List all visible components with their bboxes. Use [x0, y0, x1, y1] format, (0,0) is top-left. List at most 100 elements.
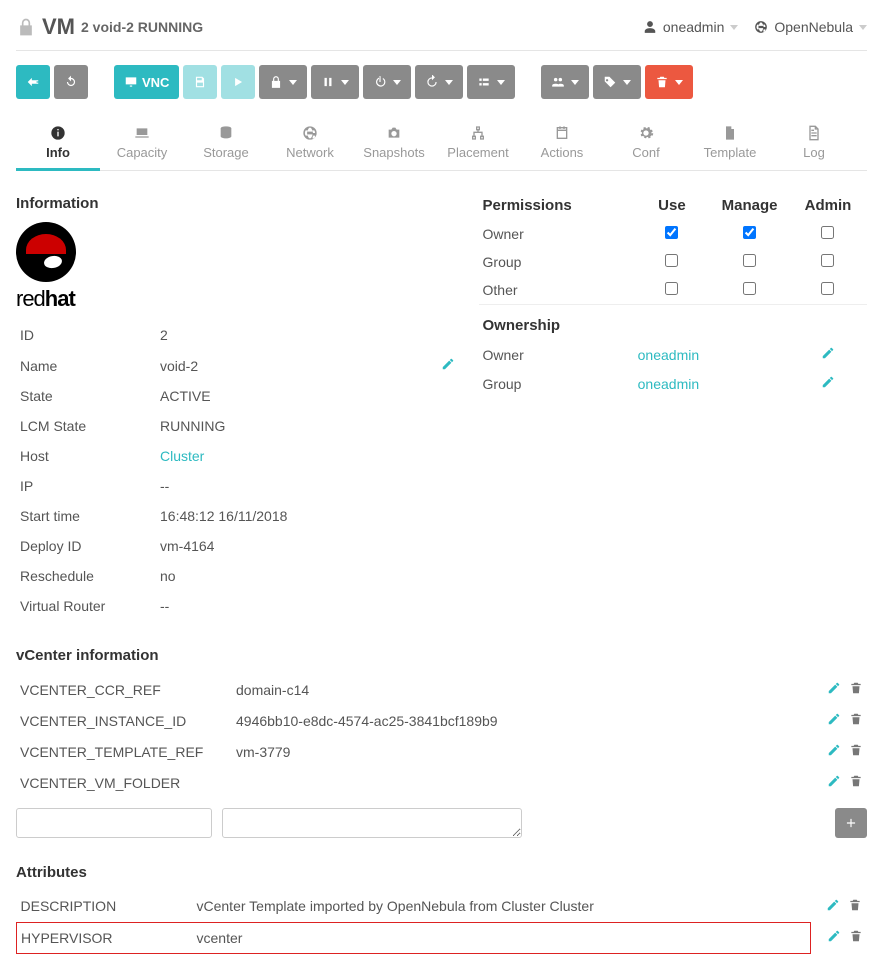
tab-storage[interactable]: Storage — [184, 119, 268, 170]
trash-icon[interactable] — [849, 774, 863, 788]
edit-icon[interactable] — [827, 774, 841, 788]
perm-group-use[interactable] — [665, 254, 678, 267]
zone-menu[interactable]: OpenNebula — [754, 19, 867, 35]
user-name: oneadmin — [663, 19, 725, 35]
perm-owner-use[interactable] — [665, 226, 678, 239]
add-attr-button[interactable] — [835, 808, 867, 838]
back-list-icon — [26, 75, 40, 89]
save-button[interactable] — [183, 65, 217, 99]
group-link[interactable]: oneadmin — [634, 369, 789, 398]
chevron-down-icon — [859, 25, 867, 30]
user-menu[interactable]: oneadmin — [643, 19, 739, 35]
value-start: 16:48:12 16/11/2018 — [156, 501, 403, 531]
tab-capacity[interactable]: Capacity — [100, 119, 184, 170]
reboot-menu[interactable] — [415, 65, 463, 99]
vcenter-heading: vCenter information — [16, 647, 867, 664]
plus-icon — [844, 816, 858, 830]
globe-icon — [302, 125, 318, 141]
host-link[interactable]: Cluster — [160, 448, 204, 464]
perm-owner-admin[interactable] — [821, 226, 834, 239]
pause-menu[interactable] — [311, 65, 359, 99]
attributes-heading: Attributes — [16, 864, 867, 881]
tab-info[interactable]: Info — [16, 119, 100, 170]
list-menu[interactable] — [467, 65, 515, 99]
pause-icon — [321, 75, 335, 89]
database-icon — [218, 125, 234, 141]
permissions-heading: Permissions — [479, 191, 634, 220]
resource-type: VM — [42, 14, 75, 40]
edit-icon[interactable] — [827, 743, 841, 757]
tab-template[interactable]: Template — [688, 119, 772, 170]
camera-icon — [386, 125, 402, 141]
labels-menu[interactable] — [593, 65, 641, 99]
edit-icon[interactable] — [827, 712, 841, 726]
info-panel: Information redhat ID2 Namevoid-2 StateA… — [16, 191, 867, 621]
list-icon — [477, 75, 491, 89]
new-attr-value-input[interactable] — [222, 808, 522, 838]
tab-actions[interactable]: Actions — [520, 119, 604, 170]
tab-log[interactable]: Log — [772, 119, 856, 170]
tab-snapshots[interactable]: Snapshots — [352, 119, 436, 170]
owner-link[interactable]: oneadmin — [634, 340, 789, 369]
lock-icon — [16, 17, 36, 37]
edit-name-icon[interactable] — [441, 357, 455, 371]
redo-icon — [425, 75, 439, 89]
play-icon — [231, 75, 245, 89]
trash-icon[interactable] — [849, 712, 863, 726]
redhat-text: redhat — [16, 286, 75, 312]
value-state: ACTIVE — [156, 381, 403, 411]
info-icon — [50, 125, 66, 141]
laptop-icon — [134, 125, 150, 141]
delete-menu[interactable] — [645, 65, 693, 99]
perm-other-use[interactable] — [665, 282, 678, 295]
users-icon — [551, 75, 565, 89]
divider — [16, 50, 867, 51]
power-icon — [373, 75, 387, 89]
trash-icon[interactable] — [849, 681, 863, 695]
tags-icon — [603, 75, 617, 89]
filelines-icon — [806, 125, 822, 141]
refresh-button[interactable] — [54, 65, 88, 99]
new-attr-key-input[interactable] — [16, 808, 212, 838]
information-table: ID2 Namevoid-2 StateACTIVE LCM StateRUNN… — [16, 320, 459, 621]
play-button[interactable] — [221, 65, 255, 99]
calendar-icon — [554, 125, 570, 141]
perm-other-manage[interactable] — [743, 282, 756, 295]
perm-owner-manage[interactable] — [743, 226, 756, 239]
tab-placement[interactable]: Placement — [436, 119, 520, 170]
lock-menu[interactable] — [259, 65, 307, 99]
attributes-table: DESCRIPTION vCenter Template imported by… — [16, 891, 867, 954]
edit-group-icon[interactable] — [821, 375, 835, 389]
power-menu[interactable] — [363, 65, 411, 99]
trash-icon[interactable] — [848, 898, 862, 912]
lock-icon — [269, 75, 283, 89]
user-icon — [643, 20, 657, 34]
tab-conf[interactable]: Conf — [604, 119, 688, 170]
back-button[interactable] — [16, 65, 50, 99]
permissions-table: Permissions Use Manage Admin Owner Group… — [479, 191, 867, 398]
trash-icon[interactable] — [849, 929, 863, 943]
information-heading: Information — [16, 195, 459, 212]
perm-group-manage[interactable] — [743, 254, 756, 267]
trash-icon — [655, 75, 669, 89]
vnc-button[interactable]: VNC — [114, 65, 179, 99]
redhat-icon — [16, 222, 76, 282]
vcenter-section: vCenter information VCENTER_CCR_REFdomai… — [16, 647, 867, 838]
tab-bar: Info Capacity Storage Network Snapshots … — [16, 119, 867, 171]
gear-icon — [638, 125, 654, 141]
file-icon — [722, 125, 738, 141]
chown-menu[interactable] — [541, 65, 589, 99]
attribute-row-hypervisor: HYPERVISOR vcenter — [17, 922, 867, 953]
resource-subtitle: 2 void-2 RUNNING — [81, 19, 203, 35]
refresh-icon — [64, 75, 78, 89]
edit-icon[interactable] — [826, 898, 840, 912]
edit-icon[interactable] — [827, 681, 841, 695]
attributes-section: Attributes DESCRIPTION vCenter Template … — [16, 864, 867, 954]
perm-group-admin[interactable] — [821, 254, 834, 267]
vcenter-table: VCENTER_CCR_REFdomain-c14 VCENTER_INSTAN… — [16, 674, 867, 798]
trash-icon[interactable] — [849, 743, 863, 757]
edit-owner-icon[interactable] — [821, 346, 835, 360]
edit-icon[interactable] — [827, 929, 841, 943]
tab-network[interactable]: Network — [268, 119, 352, 170]
perm-other-admin[interactable] — [821, 282, 834, 295]
